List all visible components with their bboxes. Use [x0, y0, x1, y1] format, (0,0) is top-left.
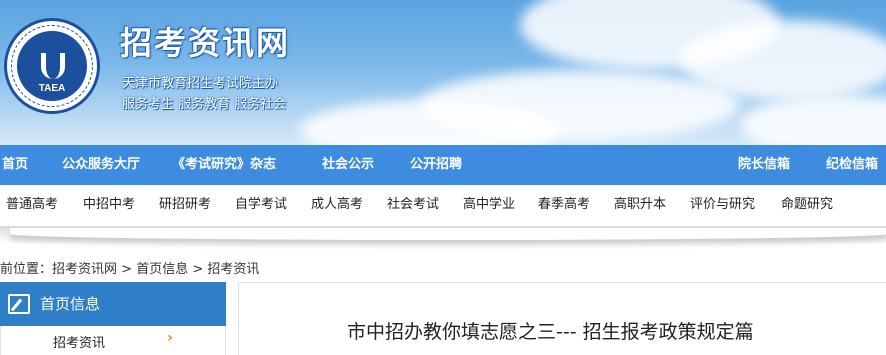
sub-nav: 普通高考 中招中考 研招研考 自学考试 成人高考 社会考试 高中学业 春季高考 … [0, 185, 886, 225]
main-nav-home[interactable]: 首页 [2, 145, 28, 185]
sub-nav-item[interactable]: 命题研究 [781, 185, 833, 225]
sidebar-heading-label: 首页信息 [40, 295, 101, 313]
article-title: 市中招办教你填志愿之三--- 招生报考政策规定篇 [347, 321, 754, 343]
sub-nav-item[interactable]: 自学考试 [235, 185, 287, 225]
breadcrumb-separator: > [188, 262, 208, 277]
main-nav-public-notice[interactable]: 社会公示 [322, 145, 374, 185]
sub-nav-item[interactable]: 评价与研究 [690, 185, 755, 225]
sub-nav-item[interactable]: 春季高考 [538, 185, 590, 225]
site-title: 招考资讯网 [120, 24, 291, 62]
sub-nav-item[interactable]: 普通高考 [6, 185, 58, 225]
site-subtitle-organizer: 天津市教育招生考试院主办 [122, 76, 279, 91]
article-panel: 市中招办教你填志愿之三--- 招生报考政策规定篇 [238, 282, 886, 355]
site-slogan: 服务考生 服务教育 服务社会 [122, 97, 287, 112]
breadcrumb-link-home[interactable]: 招考资讯网 [52, 262, 117, 277]
sub-nav-item[interactable]: 高职升本 [614, 185, 666, 225]
logo-emblem: TAEA [17, 31, 87, 101]
sub-nav-item[interactable]: 成人高考 [311, 185, 363, 225]
site-logo[interactable]: TAEA [4, 18, 100, 114]
main-nav-discipline-mailbox[interactable]: 纪检信箱 [826, 145, 878, 185]
main-nav: 首页 公众服务大厅 《考试研究》杂志 社会公示 公开招聘 院长信箱 纪检信箱 [0, 145, 886, 185]
sidebar-item-news[interactable]: 招考资讯 › [0, 326, 226, 355]
breadcrumb-link-news[interactable]: 招考资讯 [207, 262, 259, 277]
nav-shadow-curve [10, 228, 886, 240]
sub-nav-item[interactable]: 社会考试 [387, 185, 439, 225]
main-nav-public-service[interactable]: 公众服务大厅 [62, 145, 140, 185]
main-nav-president-mailbox[interactable]: 院长信箱 [738, 145, 790, 185]
sub-nav-item[interactable]: 高中学业 [463, 185, 515, 225]
logo-text: TAEA [38, 83, 66, 94]
breadcrumb: 前位置：招考资讯网 > 首页信息 > 招考资讯 [0, 258, 259, 277]
cloud-decoration [740, 95, 886, 145]
chevron-right-icon: › [167, 330, 173, 346]
sidebar-item-label: 招考资讯 [53, 336, 106, 351]
sidebar-heading: 首页信息 [0, 282, 226, 326]
breadcrumb-link-index-info[interactable]: 首页信息 [136, 262, 188, 277]
site-header: TAEA 招考资讯网 天津市教育招生考试院主办 服务考生 服务教育 服务社会 [0, 0, 886, 145]
main-nav-recruitment[interactable]: 公开招聘 [410, 145, 462, 185]
breadcrumb-separator: > [117, 262, 137, 277]
sub-nav-item[interactable]: 中招中考 [83, 185, 135, 225]
breadcrumb-prefix: 前位置： [0, 262, 53, 277]
edit-icon [8, 294, 30, 314]
main-nav-journal[interactable]: 《考试研究》杂志 [172, 145, 276, 185]
sub-nav-item[interactable]: 研招研考 [159, 185, 211, 225]
logo-shape [41, 53, 65, 79]
